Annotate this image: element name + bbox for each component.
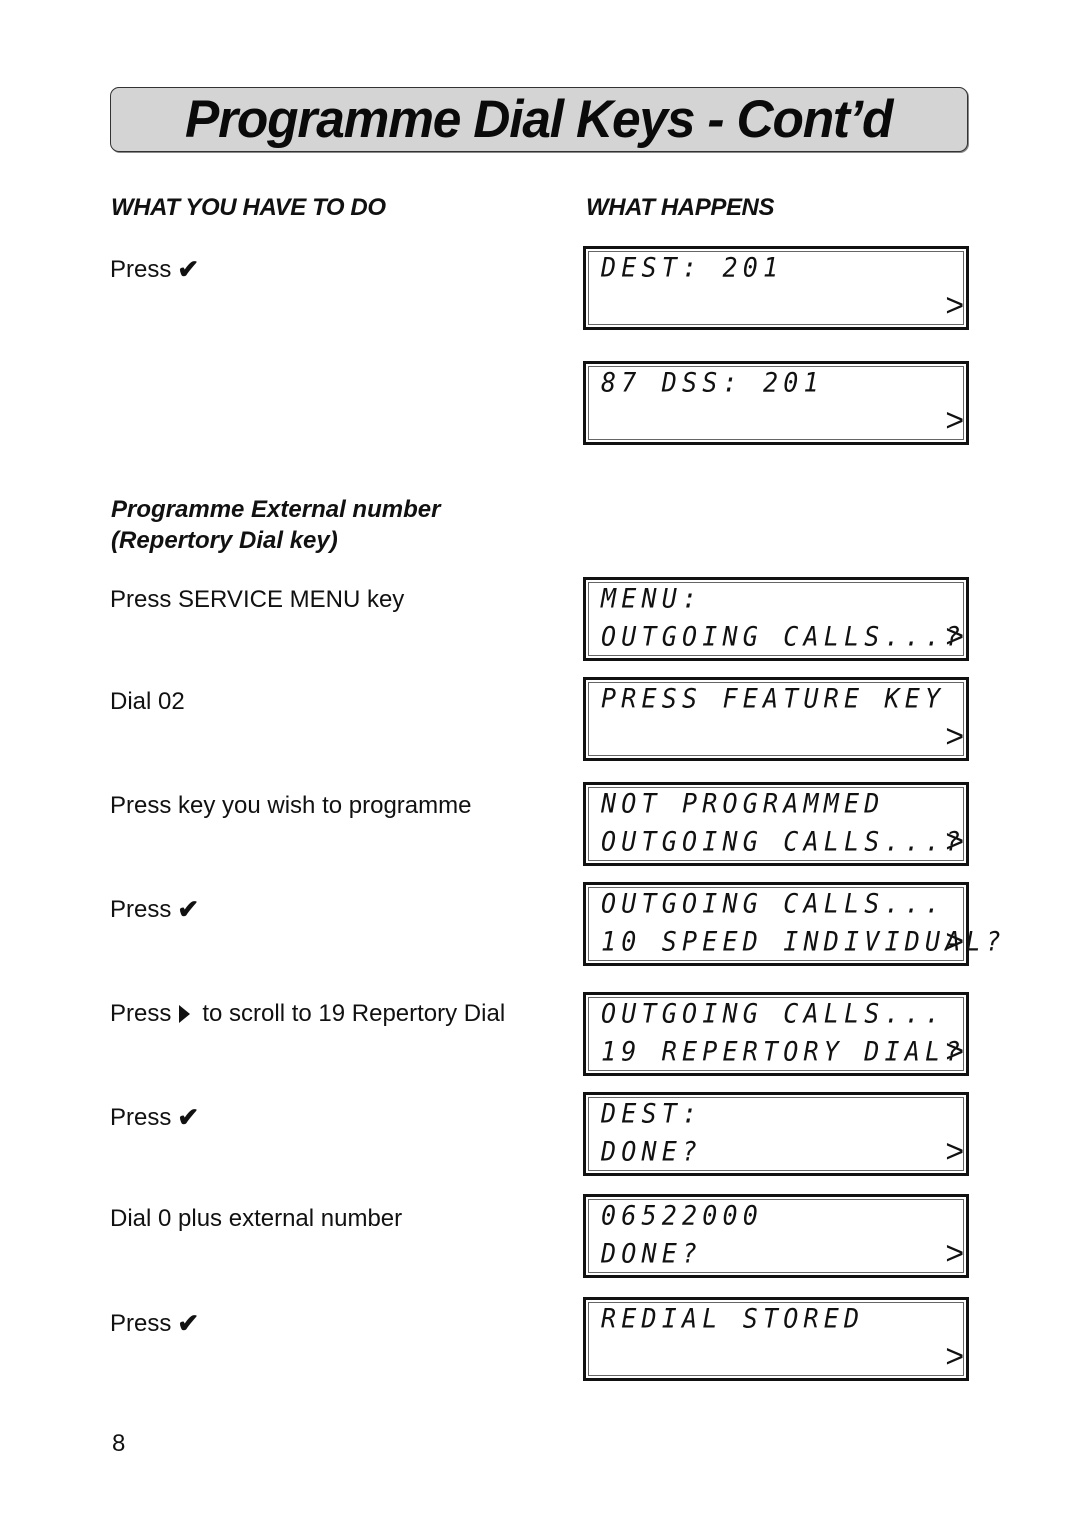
instruction-text: Press xyxy=(110,895,172,923)
lcd-line-2: DONE? xyxy=(601,1136,703,1167)
column-heading-what-you-do: WHAT YOU HAVE TO DO xyxy=(111,194,386,221)
lcd-line-1: 06522000 xyxy=(601,1200,764,1231)
lcd-display: DEST: DONE? > xyxy=(583,1092,969,1176)
lcd-arrow-icon: > xyxy=(945,1133,964,1169)
lcd-line-1: 87 DSS: 201 xyxy=(601,367,824,398)
column-heading-what-happens: WHAT HAPPENS xyxy=(586,194,775,221)
right-triangle-icon xyxy=(179,1005,191,1023)
lcd-line-1: OUTGOING CALLS... xyxy=(601,888,946,919)
lcd-line-2: OUTGOING CALLS...? xyxy=(601,826,966,857)
instruction-step: Press ✔ xyxy=(110,1102,199,1133)
lcd-display: MENU: OUTGOING CALLS...? > xyxy=(583,577,969,661)
check-icon: ✔ xyxy=(177,254,200,284)
instruction-step: Press to scroll to 19 Repertory Dial xyxy=(110,1000,505,1028)
instruction-text: to scroll to 19 Repertory Dial xyxy=(202,1000,506,1027)
instruction-step: Press key you wish to programme xyxy=(110,792,471,820)
check-icon: ✔ xyxy=(177,894,200,924)
lcd-arrow-icon: > xyxy=(945,618,964,654)
instruction-step: Press ✔ xyxy=(110,254,199,285)
lcd-display: DEST: 201 > xyxy=(583,246,969,330)
lcd-display: 06522000 DONE? > xyxy=(583,1194,969,1278)
lcd-line-1: MENU: xyxy=(601,583,703,614)
lcd-arrow-icon: > xyxy=(945,1033,964,1069)
instruction-text: Press key you wish to programme xyxy=(110,792,472,819)
section-heading-line: Programme External number xyxy=(111,496,441,523)
instruction-step: Press ✔ xyxy=(110,894,199,925)
section-heading: Programme External number (Repertory Dia… xyxy=(111,494,440,556)
lcd-arrow-icon: > xyxy=(945,402,964,438)
lcd-arrow-icon: > xyxy=(945,923,964,959)
section-heading-line: (Repertory Dial key) xyxy=(111,527,338,554)
instruction-step: Press SERVICE MENU key xyxy=(110,586,404,614)
page-number: 8 xyxy=(112,1430,126,1457)
page-title-banner: Programme Dial Keys - Cont’d xyxy=(110,87,968,152)
lcd-display: NOT PROGRAMMED OUTGOING CALLS...? > xyxy=(583,782,969,866)
lcd-line-1: DEST: 201 xyxy=(601,252,784,283)
instruction-text: Dial 02 xyxy=(110,688,185,715)
lcd-line-1: REDIAL STORED xyxy=(601,1303,865,1334)
instruction-text: Press xyxy=(110,255,172,283)
instruction-text: Press xyxy=(110,1000,172,1027)
lcd-arrow-icon: > xyxy=(945,718,964,754)
instruction-text: Press xyxy=(110,1309,172,1337)
lcd-arrow-icon: > xyxy=(945,287,964,323)
instruction-text: Press xyxy=(110,1103,172,1131)
lcd-arrow-icon: > xyxy=(945,823,964,859)
lcd-line-2: DONE? xyxy=(601,1238,703,1269)
lcd-line-1: DEST: xyxy=(601,1098,703,1129)
lcd-line-1: NOT PROGRAMMED xyxy=(601,788,885,819)
instruction-step: Press ✔ xyxy=(110,1308,199,1339)
lcd-display: 87 DSS: 201 > xyxy=(583,361,969,445)
instruction-step: Dial 02 xyxy=(110,688,185,716)
check-icon: ✔ xyxy=(177,1102,200,1132)
lcd-display: PRESS FEATURE KEY > xyxy=(583,677,969,761)
lcd-display: OUTGOING CALLS... 19 REPERTORY DIAL? > xyxy=(583,992,969,1076)
lcd-arrow-icon: > xyxy=(945,1235,964,1271)
lcd-line-1: OUTGOING CALLS... xyxy=(601,998,946,1029)
lcd-line-2: OUTGOING CALLS...? xyxy=(601,621,966,652)
instruction-text: Dial 0 plus external number xyxy=(110,1205,403,1232)
lcd-line-1: PRESS FEATURE KEY xyxy=(601,683,946,714)
instruction-step: Dial 0 plus external number xyxy=(110,1205,402,1233)
lcd-arrow-icon: > xyxy=(945,1338,964,1374)
page-title: Programme Dial Keys - Cont’d xyxy=(185,90,893,149)
instruction-text: Press SERVICE MENU key xyxy=(110,586,405,613)
check-icon: ✔ xyxy=(177,1308,200,1338)
lcd-display: OUTGOING CALLS... 10 SPEED INDIVIDUAL? > xyxy=(583,882,1001,966)
lcd-display: REDIAL STORED > xyxy=(583,1297,969,1381)
lcd-line-2: 19 REPERTORY DIAL? xyxy=(601,1036,966,1067)
